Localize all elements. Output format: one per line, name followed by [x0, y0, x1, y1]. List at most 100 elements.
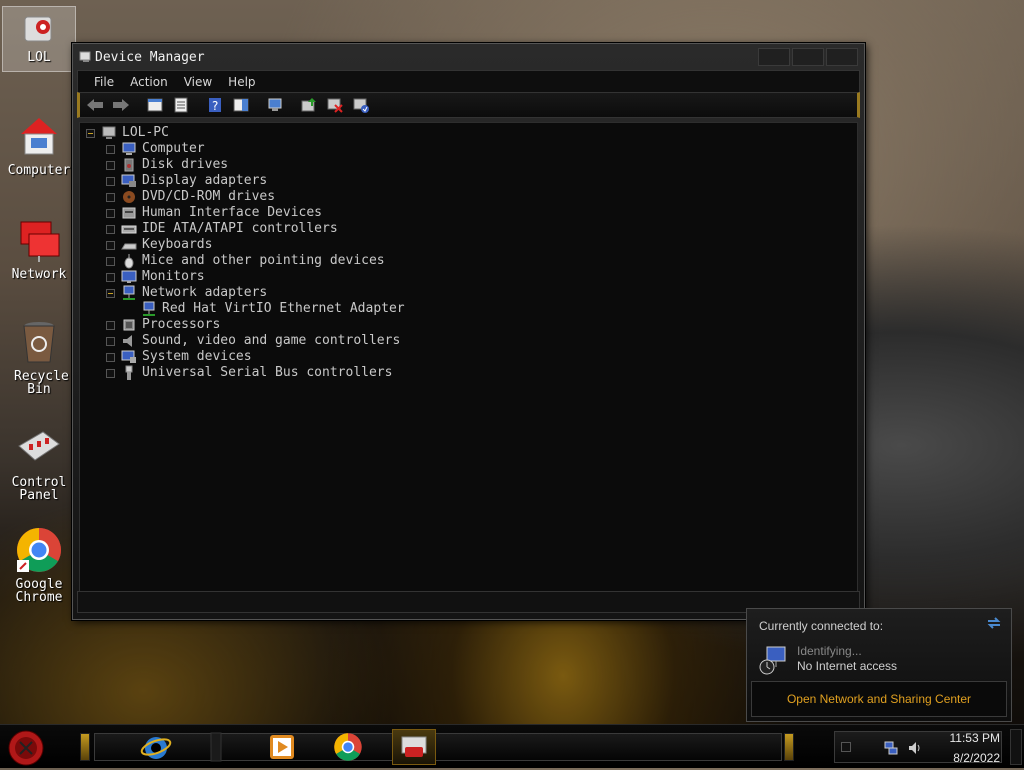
- forward-button[interactable]: [110, 95, 132, 115]
- help-button[interactable]: ?: [204, 95, 226, 115]
- tree-item-usb-controllers[interactable]: Universal Serial Bus controllers: [106, 365, 392, 381]
- tree-item-processors[interactable]: Processors: [106, 317, 220, 333]
- tree-item-computer[interactable]: Computer: [106, 141, 205, 157]
- device-manager-window[interactable]: Device Manager File Action View Help ? L…: [72, 43, 865, 620]
- open-network-sharing-center-link[interactable]: Open Network and Sharing Center: [751, 681, 1007, 717]
- collapse-toggle[interactable]: [86, 128, 95, 138]
- update-driver-icon: [301, 98, 316, 112]
- computer-icon: [15, 112, 63, 160]
- taskbar-left-cap: [80, 733, 90, 761]
- file-explorer-icon: [210, 732, 222, 762]
- lol-app-icon: [21, 11, 57, 47]
- maximize-button[interactable]: [792, 48, 824, 66]
- close-button[interactable]: [826, 48, 858, 66]
- tree-item-dvd-cd-rom[interactable]: DVD/CD-ROM drives: [106, 189, 275, 205]
- taskbar-explorer[interactable]: [198, 729, 234, 765]
- expand-toggle[interactable]: [106, 240, 115, 250]
- desktop-icon-control-panel[interactable]: Control Panel: [2, 420, 76, 502]
- tree-item-display-adapters[interactable]: Display adapters: [106, 173, 267, 189]
- expand-toggle[interactable]: [106, 176, 115, 186]
- desktop-icon-label: Computer: [7, 163, 71, 178]
- tree-item-hid[interactable]: Human Interface Devices: [106, 205, 322, 221]
- scan-hardware-button[interactable]: [264, 95, 286, 115]
- show-desktop-button[interactable]: [1010, 729, 1022, 765]
- desktop-icon-computer[interactable]: Computer: [2, 108, 76, 177]
- title-bar[interactable]: Device Manager: [73, 44, 864, 70]
- properties-icon: [174, 97, 188, 113]
- expand-toggle[interactable]: [106, 160, 115, 170]
- disable-device-button[interactable]: [350, 95, 372, 115]
- tree-item-disk-drives[interactable]: Disk drives: [106, 157, 228, 173]
- tree-item-network-adapters[interactable]: Network adapters: [106, 285, 267, 301]
- expand-toggle[interactable]: [106, 352, 115, 362]
- properties-button[interactable]: [170, 95, 192, 115]
- desktop-icon-google-chrome[interactable]: Google Chrome: [2, 522, 76, 604]
- clock-date[interactable]: 8/2/2022: [953, 751, 1000, 765]
- taskbar-media-player[interactable]: [264, 729, 300, 765]
- expand-toggle[interactable]: [106, 208, 115, 218]
- tray-expand-button[interactable]: [841, 742, 851, 752]
- taskbar-device-manager[interactable]: [392, 729, 436, 765]
- tree-item-mice[interactable]: Mice and other pointing devices: [106, 253, 385, 269]
- tree-item-keyboards[interactable]: Keyboards: [106, 237, 212, 253]
- chrome-icon: [15, 526, 63, 574]
- minimize-button[interactable]: [758, 48, 790, 66]
- network-icon: [15, 216, 63, 264]
- volume-icon[interactable]: [907, 740, 923, 760]
- tree-item-sound-video[interactable]: Sound, video and game controllers: [106, 333, 400, 349]
- network-tray-icon[interactable]: [883, 740, 899, 760]
- menu-help[interactable]: Help: [220, 75, 263, 89]
- desktop-icon-label: Control Panel: [11, 475, 67, 503]
- expand-toggle[interactable]: [106, 256, 115, 266]
- recycle-bin-icon: [15, 318, 63, 366]
- show-hide-console-tree-button[interactable]: [144, 95, 166, 115]
- expand-toggle[interactable]: [106, 192, 115, 202]
- desktop-icon-label: Google Chrome: [15, 577, 63, 605]
- tree-item-label: Processors: [142, 317, 221, 332]
- expand-toggle[interactable]: [106, 144, 115, 154]
- tree-item-ide-ata[interactable]: IDE ATA/ATAPI controllers: [106, 221, 338, 237]
- desktop-icon-recycle-bin[interactable]: Recycle Bin: [2, 314, 76, 396]
- back-button[interactable]: [84, 95, 106, 115]
- tree-item-ethernet-adapter[interactable]: Red Hat VirtIO Ethernet Adapter: [141, 301, 405, 317]
- tree-item-label: Display adapters: [142, 173, 268, 188]
- uninstall-device-button[interactable]: [324, 95, 346, 115]
- chrome-icon: [334, 733, 362, 761]
- expand-toggle[interactable]: [106, 336, 115, 346]
- collapse-toggle[interactable]: [106, 288, 115, 298]
- network-status-icon: [759, 645, 789, 680]
- console-tree-icon: [147, 98, 163, 112]
- tree-item-label: System devices: [142, 349, 252, 364]
- start-orb-icon: [8, 730, 44, 766]
- desktop-icon-network[interactable]: Network: [2, 212, 76, 281]
- expand-toggle[interactable]: [106, 320, 115, 330]
- desktop-icon-lol[interactable]: LOL: [2, 6, 76, 72]
- menu-file[interactable]: File: [86, 75, 122, 89]
- taskbar-ie[interactable]: [138, 729, 174, 765]
- device-manager-task-icon: [401, 736, 427, 757]
- menu-view[interactable]: View: [176, 75, 220, 89]
- expand-toggle[interactable]: [106, 272, 115, 282]
- processor-icon: [121, 317, 137, 333]
- tree-item-label: Mice and other pointing devices: [142, 253, 385, 268]
- device-tree[interactable]: LOL-PC Computer Disk drives Display adap…: [79, 122, 858, 592]
- expand-toggle[interactable]: [106, 224, 115, 234]
- system-device-icon: [121, 349, 137, 365]
- update-driver-button[interactable]: [298, 95, 320, 115]
- tree-item-monitors[interactable]: Monitors: [106, 269, 205, 285]
- display-adapter-icon: [121, 173, 137, 189]
- expand-toggle[interactable]: [106, 368, 115, 378]
- tree-root[interactable]: LOL-PC: [86, 125, 169, 141]
- clock-time[interactable]: 11:53 PM: [950, 731, 1000, 745]
- action-pane-button[interactable]: [230, 95, 252, 115]
- desktop-icon-label: LOL: [27, 50, 51, 65]
- taskbar-chrome[interactable]: [330, 729, 366, 765]
- internet-explorer-icon: [140, 737, 172, 759]
- tree-item-system-devices[interactable]: System devices: [106, 349, 252, 365]
- menu-action[interactable]: Action: [122, 75, 176, 89]
- refresh-icon[interactable]: [985, 615, 1003, 636]
- tree-item-label: Computer: [142, 141, 205, 156]
- forward-arrow-icon: [113, 99, 129, 111]
- tree-item-label: DVD/CD-ROM drives: [142, 189, 276, 204]
- start-button[interactable]: [8, 730, 44, 766]
